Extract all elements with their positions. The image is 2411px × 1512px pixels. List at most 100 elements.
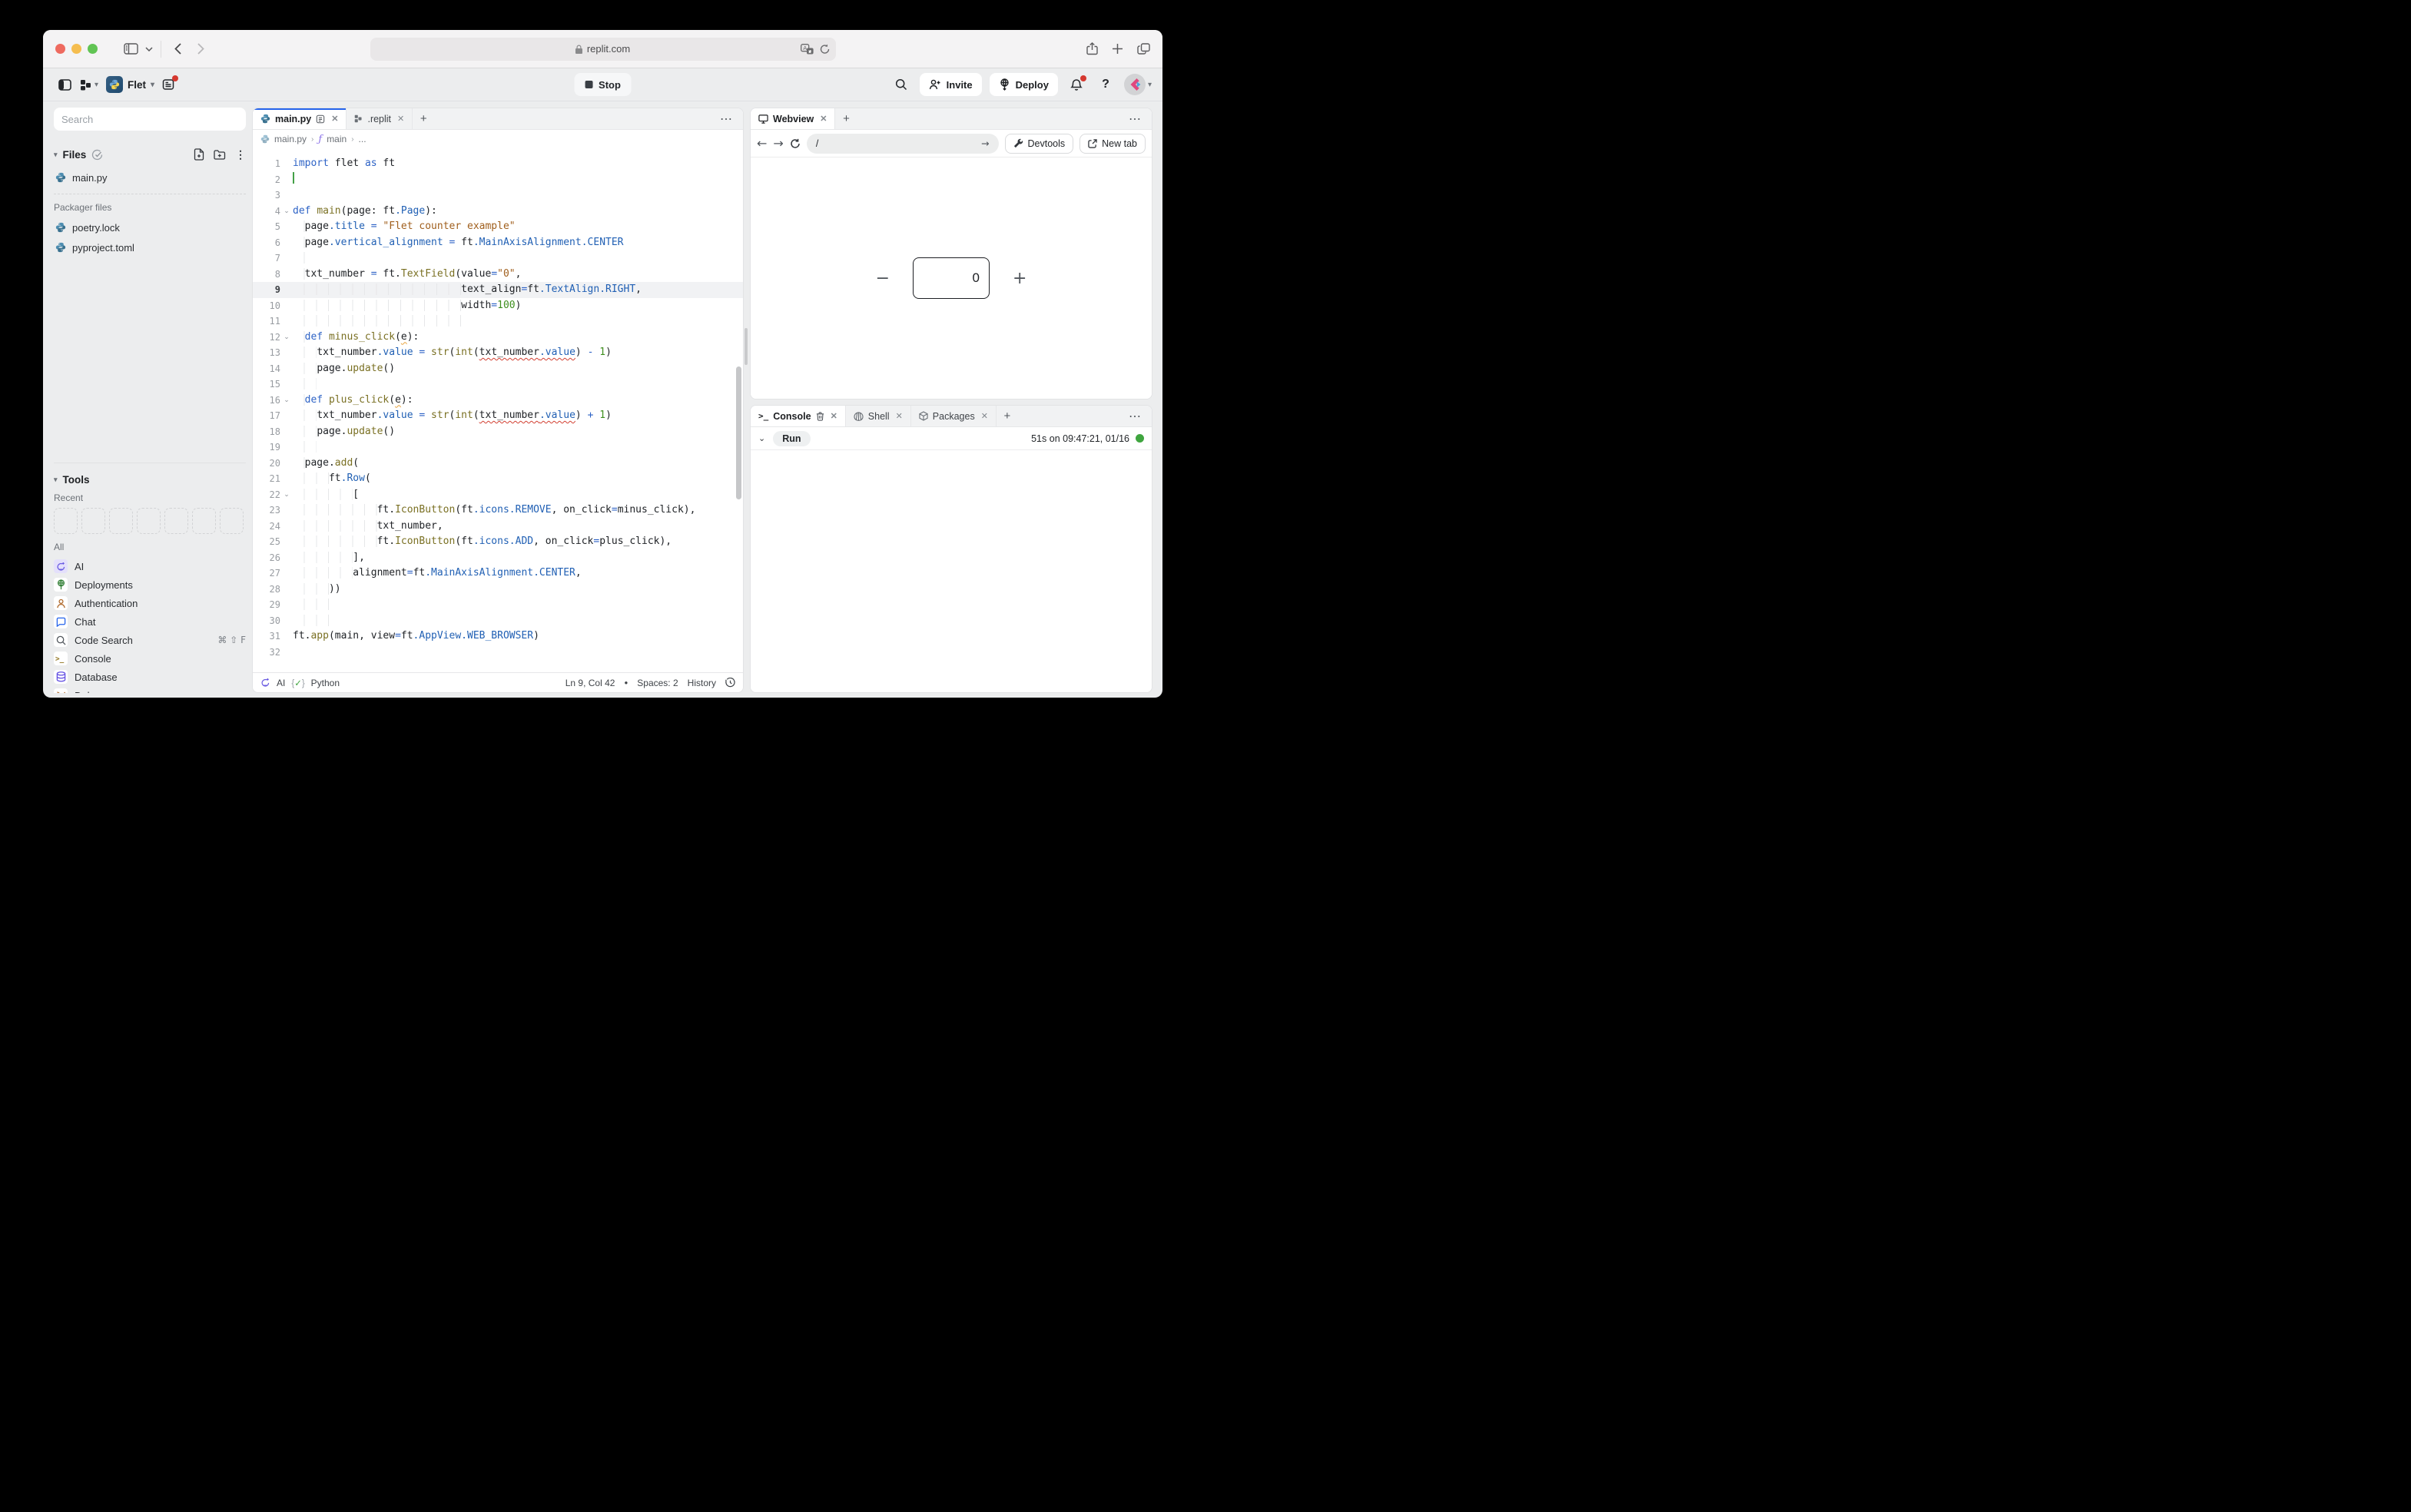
tool-item-deployments[interactable]: Deployments (54, 575, 246, 594)
code-line-30[interactable]: 30 (253, 613, 743, 629)
code-line-4[interactable]: 4⌄def main(page: ft.Page): (253, 204, 743, 220)
line-number[interactable]: 31 (253, 628, 280, 645)
code-line-7[interactable]: 7 (253, 250, 743, 267)
clear-console-trash-icon[interactable] (816, 412, 824, 421)
tab-main-py[interactable]: main.py ✕ (253, 108, 347, 129)
avatar[interactable] (1124, 74, 1146, 95)
deploy-button[interactable]: Deploy (990, 73, 1058, 96)
line-number[interactable]: 24 (253, 519, 280, 535)
account-chevron-icon[interactable]: ▾ (1148, 81, 1152, 89)
webview-url-input[interactable]: / → (807, 134, 999, 154)
invite-button[interactable]: Invite (920, 73, 982, 96)
status-language[interactable]: Python (311, 678, 340, 688)
tab-webview[interactable]: Webview ✕ (751, 108, 835, 129)
line-number[interactable]: 26 (253, 550, 280, 566)
tools-section-header[interactable]: ▾ Tools (54, 469, 246, 489)
tab-replit[interactable]: .replit ✕ (347, 108, 413, 129)
line-number[interactable]: 18 (253, 424, 280, 440)
line-number[interactable]: 27 (253, 565, 280, 582)
line-number[interactable]: 23 (253, 502, 280, 519)
line-number[interactable]: 28 (253, 582, 280, 598)
status-ai[interactable]: AI (277, 678, 285, 688)
code-line-27[interactable]: 27 alignment=ft.MainAxisAlignment.CENTER… (253, 565, 743, 582)
back-button[interactable] (166, 39, 189, 59)
code-line-20[interactable]: 20 page.add( (253, 456, 743, 472)
close-tab-icon[interactable]: ✕ (981, 411, 988, 421)
file-item-main-py[interactable]: main.py (54, 167, 246, 187)
line-number[interactable]: 20 (253, 456, 280, 472)
search-input[interactable]: Search (54, 108, 246, 131)
tool-item-chat[interactable]: Chat (54, 612, 246, 631)
zoom-window-button[interactable] (88, 44, 98, 54)
new-folder-icon[interactable] (214, 149, 226, 160)
tool-item-ai[interactable]: AI (54, 557, 246, 575)
code-line-16[interactable]: 16⌄ def plus_click(e): (253, 393, 743, 409)
code-line-21[interactable]: 21 ft.Row( (253, 471, 743, 487)
fold-chevron-icon[interactable]: ⌄ (280, 204, 293, 220)
line-number[interactable]: 8 (253, 267, 280, 283)
fold-chevron-icon[interactable]: ⌄ (280, 487, 293, 503)
line-number[interactable]: 4 (253, 204, 280, 220)
line-number[interactable]: 6 (253, 235, 280, 251)
line-number[interactable]: 12 (253, 330, 280, 346)
line-number[interactable]: 13 (253, 345, 280, 361)
close-tab-icon[interactable]: ✕ (831, 411, 837, 421)
code-line-14[interactable]: 14 page.update() (253, 361, 743, 377)
editor-scrollbar-thumb[interactable] (736, 366, 741, 499)
code-line-15[interactable]: 15 (253, 376, 743, 393)
code-line-22[interactable]: 22⌄ [ (253, 487, 743, 503)
go-icon[interactable]: → (981, 138, 989, 149)
document-outline-icon[interactable] (316, 114, 325, 124)
translate-icon[interactable]: A (801, 44, 814, 55)
line-number[interactable]: 3 (253, 187, 280, 204)
tool-item-debugger[interactable]: Debugger (54, 686, 246, 693)
tool-item-code-search[interactable]: Code Search⌘ ⇧ F (54, 631, 246, 649)
line-number[interactable]: 29 (253, 597, 280, 613)
tool-item-database[interactable]: Database (54, 668, 246, 686)
tab-overview-icon[interactable] (1137, 43, 1150, 55)
history-clock-icon[interactable] (725, 678, 735, 688)
line-number[interactable]: 19 (253, 439, 280, 456)
tool-item-authentication[interactable]: Authentication (54, 594, 246, 612)
line-number[interactable]: 10 (253, 298, 280, 314)
code-line-8[interactable]: 8 txt_number = ft.TextField(value="0", (253, 267, 743, 283)
history-button[interactable]: History (688, 678, 716, 688)
close-tab-icon[interactable]: ✕ (397, 114, 404, 124)
line-number[interactable]: 2 (253, 172, 280, 188)
code-line-9[interactable]: 9 text_align=ft.TextAlign.RIGHT, (253, 282, 743, 298)
fold-chevron-icon[interactable]: ⌄ (280, 393, 293, 409)
code-line-5[interactable]: 5 page.title = "Flet counter example" (253, 219, 743, 235)
open-new-tab-button[interactable]: New tab (1079, 134, 1146, 154)
code-line-31[interactable]: 31ft.app(main, view=ft.AppView.WEB_BROWS… (253, 628, 743, 645)
new-console-tab-icon[interactable]: + (997, 406, 1018, 426)
tab-shell[interactable]: Shell ✕ (846, 406, 911, 426)
webview-options-icon[interactable]: ⋯ (1119, 108, 1152, 129)
code-line-17[interactable]: 17 txt_number.value = str(int(txt_number… (253, 408, 743, 424)
line-number[interactable]: 32 (253, 645, 280, 661)
line-number[interactable]: 7 (253, 250, 280, 267)
new-file-icon[interactable] (194, 148, 204, 161)
code-line-3[interactable]: 3 (253, 187, 743, 204)
minus-button[interactable]: − (876, 269, 890, 288)
workspace-name[interactable]: Flet ▾ (106, 76, 154, 93)
address-bar[interactable]: replit.com A (370, 38, 836, 61)
console-output[interactable] (751, 450, 1152, 692)
line-number[interactable]: 25 (253, 534, 280, 550)
code-line-6[interactable]: 6 page.vertical_alignment = ft.MainAxisA… (253, 235, 743, 251)
files-menu-icon[interactable]: ⋮ (235, 148, 246, 161)
breadcrumb-file[interactable]: main.py (274, 134, 307, 144)
close-tab-icon[interactable]: ✕ (896, 411, 903, 421)
code-line-12[interactable]: 12⌄ def minus_click(e): (253, 330, 743, 346)
code-line-28[interactable]: 28 )) (253, 582, 743, 598)
stop-button[interactable]: Stop (574, 73, 632, 96)
line-number[interactable]: 9 (253, 282, 280, 298)
fold-chevron-icon[interactable]: ⌄ (280, 330, 293, 346)
code-line-32[interactable]: 32 (253, 645, 743, 661)
line-number[interactable]: 5 (253, 219, 280, 235)
editor-tab-options-icon[interactable]: ⋯ (711, 108, 743, 129)
line-number[interactable]: 17 (253, 408, 280, 424)
new-tab-icon[interactable] (1112, 43, 1123, 55)
webview-reload-icon[interactable] (790, 138, 801, 149)
breadcrumb-more[interactable]: ... (359, 134, 366, 144)
help-icon[interactable]: ? (1095, 74, 1116, 95)
